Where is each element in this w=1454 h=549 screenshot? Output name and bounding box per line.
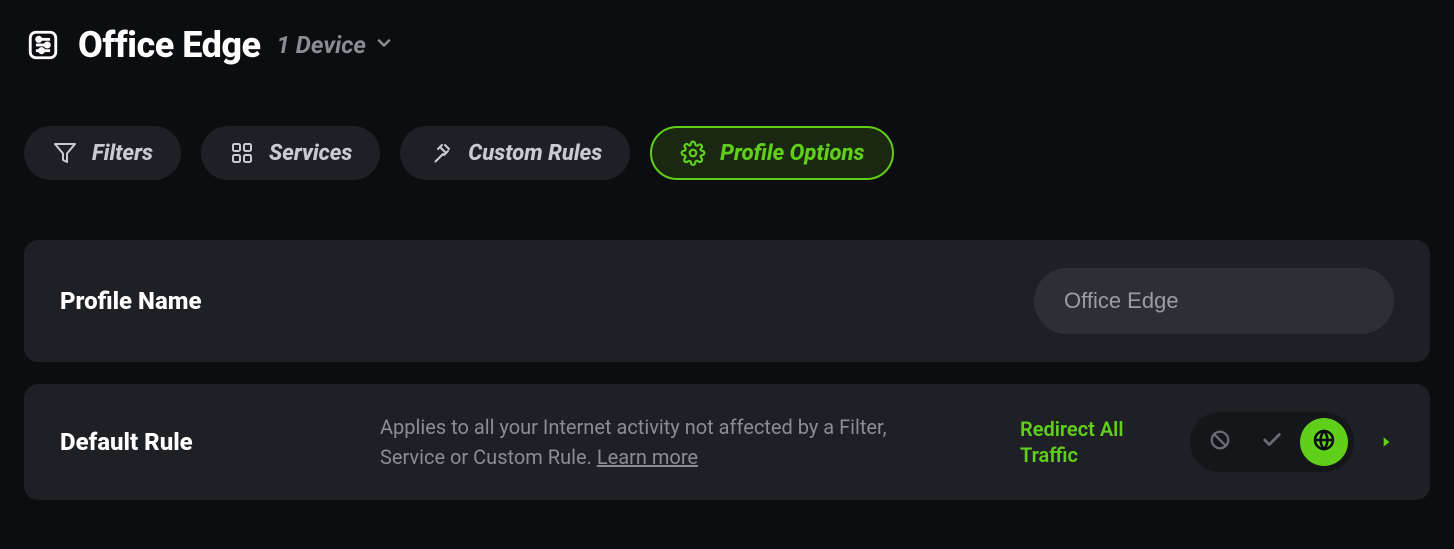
gear-icon (680, 140, 706, 166)
rule-toggle-group (1190, 412, 1354, 472)
chevron-right-icon[interactable] (1378, 434, 1394, 450)
profile-icon (24, 26, 62, 64)
profile-name-input[interactable] (1034, 268, 1394, 334)
device-count-label: 1 Device (277, 31, 366, 59)
redirect-toggle[interactable] (1300, 418, 1348, 466)
tab-label: Filters (92, 141, 153, 166)
profile-name-card: Profile Name (24, 240, 1430, 362)
globe-icon (1312, 428, 1336, 456)
tab-bar: Filters Services Custom Rules (24, 126, 1430, 180)
tab-label: Services (269, 141, 352, 166)
tab-custom-rules[interactable]: Custom Rules (400, 126, 630, 180)
page-title: Office Edge (78, 24, 261, 66)
gavel-icon (428, 140, 454, 166)
tab-label: Profile Options (720, 141, 864, 166)
chevron-down-icon (374, 31, 394, 59)
learn-more-link[interactable]: Learn more (597, 445, 698, 469)
grid-icon (229, 140, 255, 166)
check-icon (1261, 429, 1283, 455)
funnel-icon (52, 140, 78, 166)
default-rule-description: Applies to all your Internet activity no… (380, 412, 940, 472)
rule-status-label: Redirect All Traffic (1020, 416, 1160, 468)
page-header: Office Edge 1 Device (24, 24, 1430, 66)
tab-services[interactable]: Services (201, 126, 380, 180)
default-rule-card: Default Rule Applies to all your Interne… (24, 384, 1430, 500)
block-toggle[interactable] (1196, 418, 1244, 466)
device-selector[interactable]: 1 Device (277, 31, 394, 59)
allow-toggle[interactable] (1248, 418, 1296, 466)
tab-profile-options[interactable]: Profile Options (650, 126, 894, 180)
default-rule-label: Default Rule (60, 428, 360, 456)
tab-filters[interactable]: Filters (24, 126, 181, 180)
tab-label: Custom Rules (468, 141, 602, 166)
block-icon (1209, 429, 1231, 455)
default-rule-controls: Redirect All Traffic (1020, 412, 1394, 472)
profile-name-label: Profile Name (60, 287, 360, 315)
